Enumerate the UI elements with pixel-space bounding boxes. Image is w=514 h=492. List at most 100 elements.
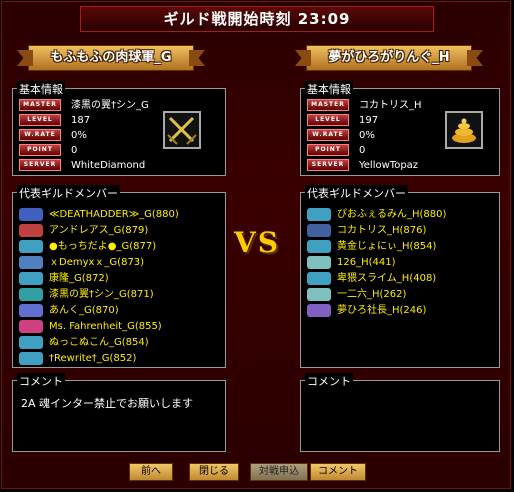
member-avatar-icon [307, 303, 331, 317]
member-name: ●もっちだよ●_G(877) [49, 241, 157, 252]
left-level-row: LEVEL 187 [19, 114, 90, 127]
left-info-panel: 基本情報 MASTER 漆黒の翼†シン_G LEVEL 187 W.RATE 0% P… [12, 81, 226, 176]
member-avatar-icon [19, 335, 43, 349]
right-members-panel: 代表ギルドメンバー ぴおふぇるみん_H(880) コカトリス_H(876) 黄金… [300, 185, 500, 368]
swirl-icon [445, 111, 483, 149]
right-level-row: LEVEL 197 [307, 114, 378, 127]
member-avatar-icon [307, 287, 331, 301]
left-server-value: WhiteDiamond [71, 160, 146, 171]
right-point-value: 0 [359, 145, 366, 156]
member-name: 126_H(441) [337, 257, 396, 268]
vs-label: VS [234, 226, 280, 259]
member-name: ぬっこぬこん_G(854) [49, 337, 149, 348]
list-item[interactable]: ぬっこぬこん_G(854) [19, 335, 149, 351]
list-item[interactable]: Ms. Fahrenheit_G(855) [19, 319, 162, 335]
left-members-panel: 代表ギルドメンバー ≪DEATHADDER≫_G(880) アンドレアス_G(8… [12, 185, 226, 368]
page-title: ギルド戦開始時刻 23:09 [80, 6, 434, 32]
prev-button[interactable]: 前へ [129, 463, 173, 481]
member-avatar-icon [19, 319, 43, 333]
right-members-title: 代表ギルドメンバー [305, 185, 408, 201]
right-master-row: MASTER コカトリス_H [307, 99, 422, 112]
level-badge: LEVEL [19, 114, 61, 126]
member-avatar-icon [19, 207, 43, 221]
member-avatar-icon [19, 239, 43, 253]
list-item[interactable]: 漆黒の翼†シン_G(871) [19, 287, 154, 303]
member-name: あんく_G(870) [49, 305, 119, 316]
left-point-row: POINT 0 [19, 144, 77, 157]
right-wrate-row: W.RATE 0% [307, 129, 375, 142]
left-guild-name: もふもふの肉球軍_G [28, 45, 194, 71]
list-item[interactable]: 126_H(441) [307, 255, 396, 271]
left-master-value: 漆黒の翼†シン_G [71, 100, 149, 111]
left-master-row: MASTER 漆黒の翼†シン_G [19, 99, 149, 112]
left-wrate-value: 0% [71, 130, 87, 141]
right-wrate-value: 0% [359, 130, 375, 141]
member-avatar-icon [19, 351, 43, 365]
right-info-title: 基本情報 [305, 81, 353, 97]
comment-button[interactable]: コメント [310, 463, 366, 481]
left-comment-panel: コメント 2A 魂インター禁止でお願いします [12, 373, 226, 452]
list-item[interactable]: 黄金じょにぃ_H(854) [307, 239, 436, 255]
member-avatar-icon [19, 287, 43, 301]
server-badge: SERVER [307, 159, 349, 171]
list-item[interactable]: ｘDemyxｘ_G(873) [19, 255, 144, 271]
right-server-row: SERVER YellowTopaz [307, 159, 418, 172]
member-avatar-icon [307, 271, 331, 285]
member-name: 卑猥スライム_H(408) [337, 273, 437, 284]
right-comment-title: コメント [305, 373, 353, 389]
member-avatar-icon [307, 255, 331, 269]
right-info-panel: 基本情報 MASTER コカトリス_H LEVEL 197 W.RATE 0% POI… [300, 81, 500, 176]
member-name: †Rewrite†_G(852) [49, 353, 137, 364]
right-level-value: 197 [359, 115, 379, 126]
list-item[interactable]: アンドレアス_G(879) [19, 223, 148, 239]
list-item[interactable]: †Rewrite†_G(852) [19, 351, 136, 367]
left-point-value: 0 [71, 145, 78, 156]
right-server-value: YellowTopaz [359, 160, 419, 171]
right-master-value: コカトリス_H [359, 100, 422, 111]
wrate-badge: W.RATE [19, 129, 61, 141]
list-item[interactable]: あんく_G(870) [19, 303, 119, 319]
left-level-value: 187 [71, 115, 91, 126]
member-avatar-icon [307, 239, 331, 253]
left-comment-title: コメント [17, 373, 65, 389]
member-name: 夢ひろ社長_H(246) [337, 305, 427, 316]
left-info-title: 基本情報 [17, 81, 65, 97]
list-item[interactable]: コカトリス_H(876) [307, 223, 426, 239]
member-avatar-icon [19, 255, 43, 269]
point-badge: POINT [307, 144, 349, 156]
apply-battle-button[interactable]: 対戦申込 [250, 463, 308, 481]
crossed-swords-icon [163, 111, 201, 149]
member-name: 一二六_H(262) [337, 289, 407, 300]
member-name: 康隆_G(872) [49, 273, 109, 284]
right-point-row: POINT 0 [307, 144, 365, 157]
member-name: 漆黒の翼†シン_G(871) [49, 289, 154, 300]
left-members-title: 代表ギルドメンバー [17, 185, 120, 201]
left-comment-text: 2A 魂インター禁止でお願いします [21, 397, 194, 410]
member-avatar-icon [307, 207, 331, 221]
member-avatar-icon [19, 303, 43, 317]
list-item[interactable]: ≪DEATHADDER≫_G(880) [19, 207, 179, 223]
left-server-row: SERVER WhiteDiamond [19, 159, 145, 172]
list-item[interactable]: 康隆_G(872) [19, 271, 109, 287]
member-name: ≪DEATHADDER≫_G(880) [49, 209, 179, 220]
member-name: コカトリス_H(876) [337, 225, 427, 236]
member-name: ぴおふぇるみん_H(880) [337, 209, 447, 220]
member-name: 黄金じょにぃ_H(854) [337, 241, 437, 252]
right-guild-name: 夢がひろがりんぐ_H [306, 45, 472, 71]
list-item[interactable]: 卑猥スライム_H(408) [307, 271, 436, 287]
list-item[interactable]: ●もっちだよ●_G(877) [19, 239, 156, 255]
point-badge: POINT [19, 144, 61, 156]
member-avatar-icon [307, 223, 331, 237]
close-button[interactable]: 閉じる [189, 463, 239, 481]
left-wrate-row: W.RATE 0% [19, 129, 87, 142]
list-item[interactable]: 夢ひろ社長_H(246) [307, 303, 426, 319]
level-badge: LEVEL [307, 114, 349, 126]
member-name: ｘDemyxｘ_G(873) [49, 257, 145, 268]
list-item[interactable]: 一二六_H(262) [307, 287, 406, 303]
wrate-badge: W.RATE [307, 129, 349, 141]
server-badge: SERVER [19, 159, 61, 171]
master-badge: MASTER [19, 99, 61, 111]
member-avatar-icon [19, 223, 43, 237]
member-name: アンドレアス_G(879) [49, 225, 149, 236]
list-item[interactable]: ぴおふぇるみん_H(880) [307, 207, 446, 223]
